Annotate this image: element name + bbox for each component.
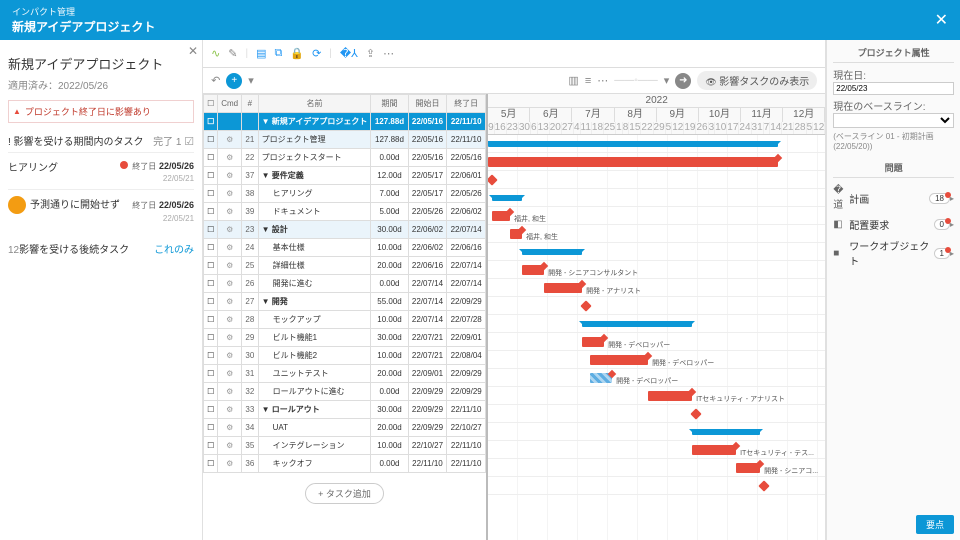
- gantt-bar[interactable]: [692, 429, 760, 435]
- gantt-bar[interactable]: [580, 300, 591, 311]
- table-row[interactable]: ☐⚙26開発に進む0.00d22/07/1422/07/14: [204, 275, 486, 293]
- refresh-icon[interactable]: ⟳: [312, 47, 321, 60]
- table-row[interactable]: ☐⚙33▼ ロールアウト30.00d22/09/2922/11/10: [204, 401, 486, 419]
- share-icon[interactable]: ⇪: [366, 47, 375, 60]
- issue-row[interactable]: ■ワークオブジェクト1▸: [833, 235, 954, 271]
- goto-icon[interactable]: ➜: [675, 73, 691, 89]
- right-panel: プロジェクト属性 現在日: 現在のベースライン: (ベースライン 01 - 初期…: [826, 40, 960, 540]
- close-icon[interactable]: ✕: [935, 10, 948, 30]
- add-task-button[interactable]: + タスク追加: [305, 483, 384, 504]
- rss-icon[interactable]: ∿: [211, 47, 220, 60]
- chevron-down-icon[interactable]: ▾: [664, 74, 670, 87]
- table-row[interactable]: ☐⚙32ロールアウトに進む0.00d22/09/2922/09/29: [204, 383, 486, 401]
- table-row[interactable]: ☐⚙23▼ 設計30.00d22/06/0222/07/14: [204, 221, 486, 239]
- avatar: [8, 196, 26, 214]
- gantt-bar[interactable]: 開発 - アナリスト: [544, 283, 582, 293]
- table-row[interactable]: ☐⚙22プロジェクトスタート0.00d22/05/1622/05/16: [204, 149, 486, 167]
- impacted-only-toggle[interactable]: 👁 影響タスクのみ表示: [697, 71, 817, 90]
- gantt-bar[interactable]: [522, 249, 582, 255]
- layers-icon[interactable]: ▤: [256, 47, 266, 60]
- toolbar-primary: ∿ ✎ | ▤ ⧉ 🔒 ⟳ | �⅄ ⇪ ⋯: [203, 40, 825, 68]
- gantt-bar[interactable]: [492, 195, 522, 201]
- gantt-year: 2022: [488, 94, 825, 108]
- edit-icon[interactable]: ✎: [228, 47, 237, 60]
- task-hearing[interactable]: ヒアリング: [8, 159, 58, 174]
- hierarchy-icon[interactable]: �⅄: [340, 47, 358, 60]
- col-dur: 期間: [371, 95, 408, 113]
- today-input[interactable]: [833, 82, 954, 95]
- table-row[interactable]: ☐⚙25詳細仕様20.00d22/06/1622/07/14: [204, 257, 486, 275]
- copy-icon[interactable]: ⧉: [275, 47, 283, 60]
- filter-icon[interactable]: ≡: [585, 75, 591, 87]
- table-row[interactable]: ☐⚙24基本仕様10.00d22/06/0222/06/16: [204, 239, 486, 257]
- col-end: 終了日: [447, 95, 486, 113]
- left-panel: ✕ 新規アイデアプロジェクト 適用済み：2022/05/26 プロジェクト終了日…: [0, 40, 203, 540]
- table-row[interactable]: ☐⚙28モックアップ10.00d22/07/1422/07/28: [204, 311, 486, 329]
- app-header: インパクト管理 新規アイデアプロジェクト ✕: [0, 0, 960, 40]
- issue-row[interactable]: �道計画18▸: [833, 182, 954, 214]
- baseline-select[interactable]: [833, 113, 954, 128]
- gantt-bar[interactable]: [488, 174, 498, 185]
- chevron-down-icon[interactable]: ▾: [248, 74, 254, 87]
- issue-row[interactable]: ◧配置要求0▸: [833, 214, 954, 235]
- center-panel: ∿ ✎ | ▤ ⧉ 🔒 ⟳ | �⅄ ⇪ ⋯ ↶ + ▾ ▥ ≡ ⋯ ——◦——…: [203, 40, 826, 540]
- gantt-bar[interactable]: ITセキュリティ - テス...: [692, 445, 736, 455]
- table-row[interactable]: ☐⚙31ユニットテスト20.00d22/09/0122/09/29: [204, 365, 486, 383]
- col-name: 名前: [258, 95, 371, 113]
- issues-header: 問題: [833, 161, 954, 178]
- successor-count: 12: [8, 245, 19, 256]
- gantt-chart[interactable]: 2022 5月6月7月8月9月10月11月12月 916233061320274…: [488, 94, 825, 540]
- check-icon[interactable]: ☑: [184, 136, 194, 148]
- col-start: 開始日: [408, 95, 447, 113]
- gantt-bar[interactable]: [758, 480, 769, 491]
- undo-icon[interactable]: ↶: [211, 74, 220, 87]
- add-task-icon[interactable]: +: [226, 73, 242, 89]
- table-row[interactable]: ☐⚙30ビルト機能210.00d22/07/2122/08/04: [204, 347, 486, 365]
- gantt-bar[interactable]: 福井, 和生: [510, 229, 522, 239]
- gantt-bar[interactable]: 開発 - シニアコンサルタント: [522, 265, 544, 275]
- gantt-bar[interactable]: 開発 - デベロッパー: [590, 355, 648, 365]
- gantt-bar[interactable]: [488, 141, 778, 147]
- only-link[interactable]: これのみ: [154, 241, 194, 256]
- project-title: 新規アイデアプロジェクト: [8, 54, 194, 73]
- gantt-bar[interactable]: 開発 - デベロッパー: [590, 373, 612, 383]
- table-row[interactable]: ☐⚙29ビルト機能130.00d22/07/2122/09/01: [204, 329, 486, 347]
- gantt-bar[interactable]: [488, 157, 778, 167]
- gantt-bar[interactable]: 開発 - デベロッパー: [582, 337, 604, 347]
- more-icon[interactable]: ⋯: [383, 47, 394, 60]
- task-grid[interactable]: ☐ Cmd # 名前 期間 開始日 終了日 ☐ ▼ 新規アイデアプロジェクト: [203, 94, 488, 540]
- table-row[interactable]: ☐⚙37▼ 要件定義12.00d22/05/1722/06/01: [204, 167, 486, 185]
- impacted-tasks-label: ! 影響を受ける期間内のタスク: [8, 133, 144, 148]
- key-button[interactable]: 要点: [916, 515, 954, 534]
- gantt-bar[interactable]: [690, 408, 701, 419]
- toolbar-secondary: ↶ + ▾ ▥ ≡ ⋯ ——◦—— ▾ ➜ 👁 影響タスクのみ表示: [203, 68, 825, 94]
- dots-icon[interactable]: ⋯: [597, 74, 608, 87]
- status-dot-icon: [120, 161, 128, 169]
- lock-icon[interactable]: 🔒: [290, 47, 304, 60]
- table-row[interactable]: ☐⚙34UAT20.00d22/09/2922/10/27: [204, 419, 486, 437]
- table-row[interactable]: ☐⚙38ヒアリング7.00d22/05/1722/05/26: [204, 185, 486, 203]
- alert-banner: プロジェクト終了日に影響あり: [8, 100, 194, 123]
- col-num: #: [242, 95, 259, 113]
- gantt-bar[interactable]: ITセキュリティ - アナリスト: [648, 391, 692, 401]
- col-check: ☐: [204, 95, 218, 113]
- table-row[interactable]: ☐⚙27▼ 開発55.00d22/07/1422/09/29: [204, 293, 486, 311]
- gantt-bar[interactable]: 福井, 和生: [492, 211, 510, 221]
- project-attrs-header: プロジェクト属性: [833, 46, 954, 63]
- table-row[interactable]: ☐⚙35インテグレーション10.00d22/10/2722/11/10: [204, 437, 486, 455]
- table-row[interactable]: ☐⚙36キックオフ0.00d22/11/1022/11/10: [204, 455, 486, 473]
- table-row[interactable]: ☐⚙39ドキュメント5.00d22/05/2622/06/02: [204, 203, 486, 221]
- panel-close-icon[interactable]: ✕: [188, 44, 198, 58]
- col-cmd: Cmd: [218, 95, 242, 113]
- table-row[interactable]: ☐⚙21プロジェクト管理127.88d22/05/1622/11/10: [204, 131, 486, 149]
- gantt-bar[interactable]: [582, 321, 692, 327]
- gantt-bar[interactable]: 開発 - シニアコ...: [736, 463, 760, 473]
- header-title: 新規アイデアプロジェクト: [12, 18, 155, 35]
- columns-icon[interactable]: ▥: [568, 74, 578, 87]
- project-row[interactable]: ☐ ▼ 新規アイデアプロジェクト 127.88d 22/05/16 22/11/…: [204, 113, 486, 131]
- header-subtitle: インパクト管理: [12, 5, 155, 18]
